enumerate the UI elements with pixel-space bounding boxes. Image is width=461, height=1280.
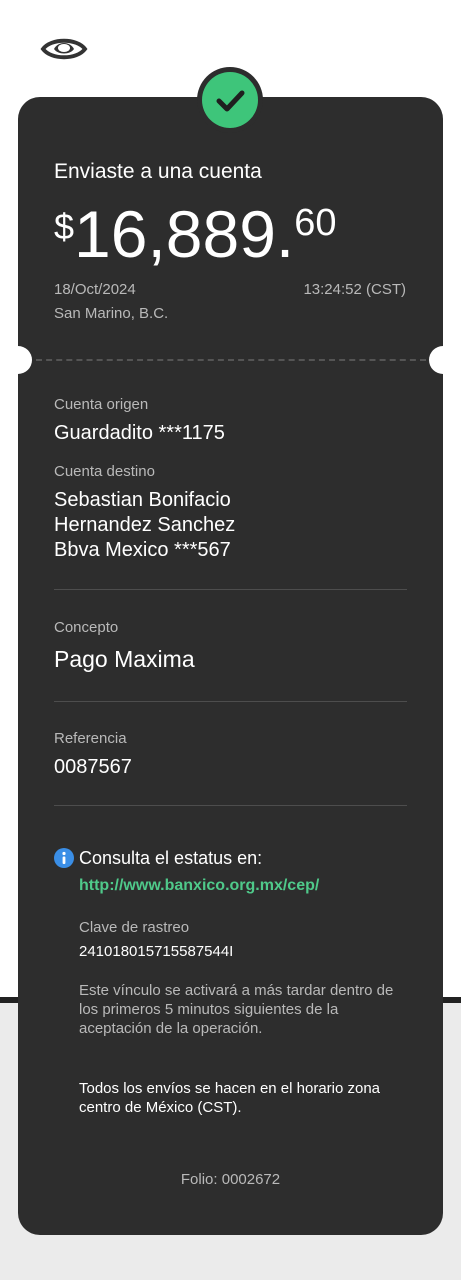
success-badge <box>197 67 263 133</box>
activation-note: Este vínculo se activará a más tardar de… <box>79 982 394 1037</box>
transfer-time: 13:24:52 (CST) <box>303 281 406 298</box>
perforation-line <box>36 359 426 361</box>
divider <box>54 589 407 590</box>
reference-value: 0087567 <box>54 756 132 778</box>
banxico-link[interactable]: http://www.banxico.org.mx/cep/ <box>79 877 319 895</box>
divider <box>54 805 407 806</box>
transfer-title: Enviaste a una cuenta <box>54 160 262 183</box>
transfer-location: San Marino, B.C. <box>54 305 169 322</box>
reference-label: Referencia <box>54 730 127 747</box>
destination-name-line1: Sebastian Bonifacio <box>54 489 231 511</box>
concept-label: Concepto <box>54 619 119 636</box>
origin-label: Cuenta origen <box>54 396 149 413</box>
amount-decimal: 60 <box>294 202 337 244</box>
destination-name-line2: Hernandez Sanchez <box>54 514 236 536</box>
destination-label: Cuenta destino <box>54 463 155 480</box>
schedule-note: Todos los envíos se hacen en el horario … <box>79 1080 381 1116</box>
folio-number: Folio: 0002672 <box>180 1171 281 1188</box>
transfer-date: 18/Oct/2024 <box>54 281 136 298</box>
ticket-notch-left <box>4 346 32 374</box>
status-check-text: Consulta el estatus en: <box>79 848 263 868</box>
eye-icon <box>40 33 88 65</box>
concept-value: Pago Maxima <box>54 646 195 672</box>
destination-bank: Bbva Mexico ***567 <box>54 539 231 561</box>
check-icon <box>216 90 245 112</box>
origin-value: Guardadito ***1175 <box>54 422 225 444</box>
tracking-label: Clave de rastreo <box>79 919 190 936</box>
amount-integer: 16,889. <box>74 197 295 271</box>
divider <box>54 701 407 702</box>
tracking-value: 241018015715587544I <box>79 943 234 960</box>
currency-symbol: $ <box>54 206 75 247</box>
info-icon <box>54 848 74 868</box>
transfer-amount: $ 16,889. 60 <box>54 196 337 272</box>
ticket-notch-right <box>429 346 457 374</box>
